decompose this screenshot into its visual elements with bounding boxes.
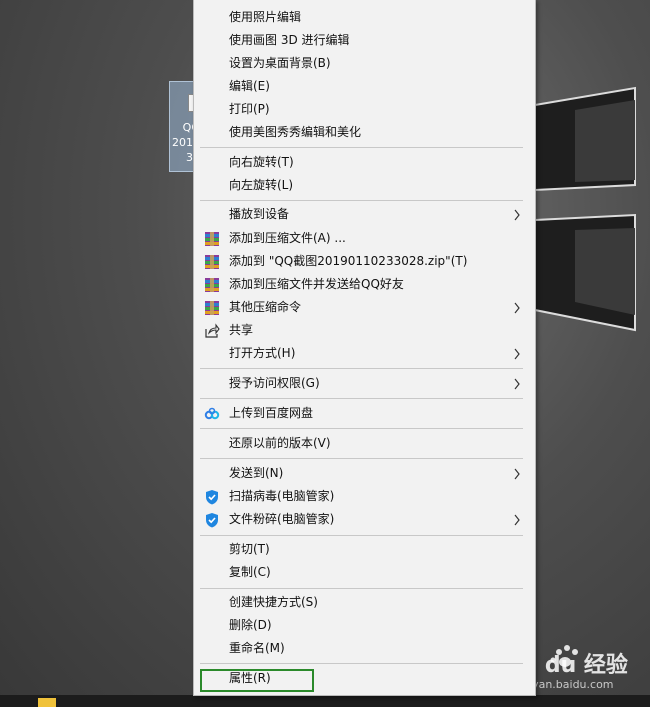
menu-item-restore-previous[interactable]: 还原以前的版本(V): [194, 432, 535, 455]
file-explorer-icon[interactable]: [38, 698, 56, 707]
menu-separator: [200, 398, 523, 399]
menu-separator: [200, 588, 523, 589]
menu-item-rename[interactable]: 重命名(M): [194, 637, 535, 660]
menu-item-print[interactable]: 打印(P): [194, 98, 535, 121]
menu-item-send-to[interactable]: 发送到(N): [194, 462, 535, 485]
menu-item-cut[interactable]: 剪切(T): [194, 538, 535, 561]
taskbar: [0, 695, 650, 707]
menu-item-file-shred[interactable]: 文件粉碎(电脑管家): [194, 508, 535, 531]
context-menu: 使用照片编辑 使用画图 3D 进行编辑 设置为桌面背景(B) 编辑(E) 打印(…: [193, 0, 536, 696]
menu-item-cast-to-device[interactable]: 播放到设备: [194, 203, 535, 226]
properties-highlight-box: [200, 669, 314, 692]
menu-item-set-desktop-background[interactable]: 设置为桌面背景(B): [194, 52, 535, 75]
menu-item-other-compress[interactable]: 其他压缩命令: [194, 296, 535, 319]
menu-separator: [200, 428, 523, 429]
winrar-icon: [205, 232, 219, 246]
menu-item-archive-send-qq[interactable]: 添加到压缩文件并发送给QQ好友: [194, 273, 535, 296]
menu-separator: [200, 458, 523, 459]
menu-item-rotate-right[interactable]: 向右旋转(T): [194, 151, 535, 174]
winrar-icon: [205, 301, 219, 315]
chevron-right-icon: [514, 302, 520, 314]
menu-item-scan-virus[interactable]: 扫描病毒(电脑管家): [194, 485, 535, 508]
menu-item-share[interactable]: 共享: [194, 319, 535, 342]
menu-separator: [200, 663, 523, 664]
winrar-icon: [205, 278, 219, 292]
share-icon: [205, 323, 220, 338]
menu-item-rotate-left[interactable]: 向左旋转(L): [194, 174, 535, 197]
menu-item-edit-with-paint3d[interactable]: 使用画图 3D 进行编辑: [194, 29, 535, 52]
menu-item-create-shortcut[interactable]: 创建快捷方式(S): [194, 591, 535, 614]
menu-item-upload-baidu-netdisk[interactable]: 上传到百度网盘: [194, 402, 535, 425]
chevron-right-icon: [514, 348, 520, 360]
menu-item-meitu-edit[interactable]: 使用美图秀秀编辑和美化: [194, 121, 535, 144]
chevron-right-icon: [514, 209, 520, 221]
menu-separator: [200, 200, 523, 201]
menu-item-delete[interactable]: 删除(D): [194, 614, 535, 637]
baidu-netdisk-icon: [204, 407, 220, 420]
chevron-right-icon: [514, 514, 520, 526]
chevron-right-icon: [514, 468, 520, 480]
menu-item-open-with[interactable]: 打开方式(H): [194, 342, 535, 365]
menu-item-add-to-archive[interactable]: 添加到压缩文件(A) ...: [194, 227, 535, 250]
tencent-shield-icon: [206, 490, 218, 505]
winrar-icon: [205, 255, 219, 269]
menu-item-grant-access[interactable]: 授予访问权限(G): [194, 372, 535, 395]
menu-item-edit[interactable]: 编辑(E): [194, 75, 535, 98]
chevron-right-icon: [514, 378, 520, 390]
tencent-shield-icon: [206, 513, 218, 528]
menu-item-add-to-zip[interactable]: 添加到 "QQ截图20190110233028.zip"(T): [194, 250, 535, 273]
menu-separator: [200, 535, 523, 536]
menu-separator: [200, 368, 523, 369]
menu-separator: [200, 147, 523, 148]
menu-item-copy[interactable]: 复制(C): [194, 561, 535, 584]
menu-item-edit-with-photos[interactable]: 使用照片编辑: [194, 6, 535, 29]
